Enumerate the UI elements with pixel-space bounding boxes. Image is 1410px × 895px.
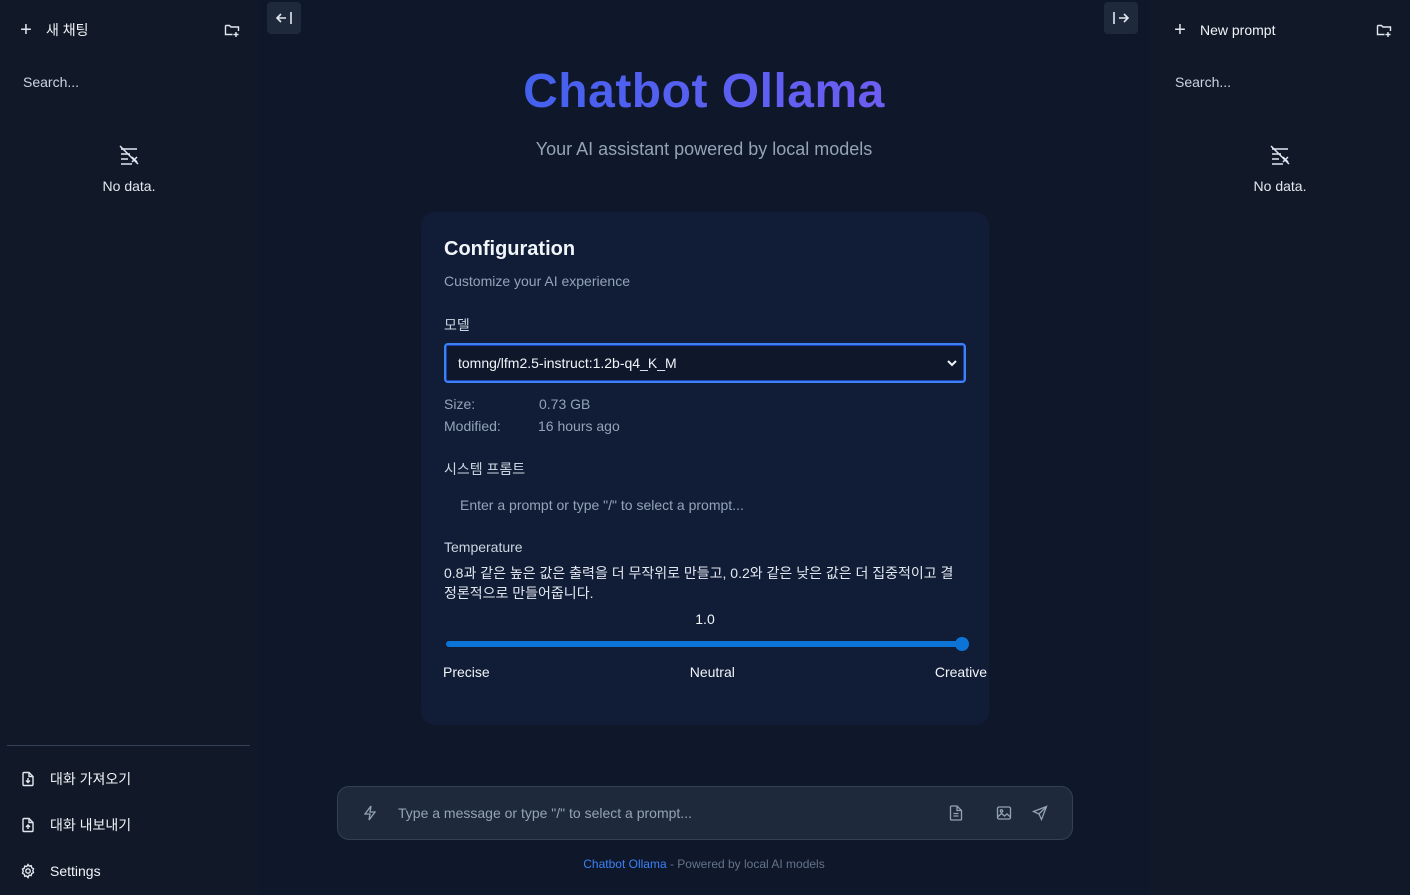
scale-neutral-label: Neutral bbox=[689, 664, 735, 680]
temperature-slider[interactable] bbox=[444, 637, 969, 651]
footer-brand-link[interactable]: Chatbot Ollama bbox=[583, 857, 666, 871]
page-title: Chatbot Ollama bbox=[258, 64, 1150, 119]
collapse-right-sidebar-button[interactable] bbox=[1104, 2, 1138, 34]
slider-thumb[interactable] bbox=[955, 637, 969, 651]
lightning-button[interactable] bbox=[360, 803, 380, 823]
model-size-value: 0.73 GB bbox=[539, 396, 591, 412]
model-info: Size: 0.73 GB Modified: 16 hours ago bbox=[444, 393, 966, 437]
export-file-icon bbox=[22, 817, 34, 833]
export-conversations-button[interactable]: 대화 내보내기 bbox=[7, 802, 250, 848]
import-file-icon bbox=[22, 771, 34, 787]
message-bar: Type a message or type "/" to select a p… bbox=[337, 786, 1073, 840]
attach-image-button[interactable] bbox=[994, 803, 1014, 823]
no-data-icon bbox=[119, 145, 139, 165]
model-select-value: tomng/lfm2.5-instruct:1.2b-q4_K_M bbox=[458, 355, 677, 371]
chat-empty-state: No data. bbox=[0, 144, 258, 194]
folder-plus-icon bbox=[1376, 24, 1392, 37]
configuration-title: Configuration bbox=[444, 238, 576, 260]
model-size-row: Size: 0.73 GB bbox=[444, 393, 966, 415]
slider-fill bbox=[446, 641, 962, 647]
attach-document-button[interactable] bbox=[946, 803, 966, 823]
lightning-icon bbox=[363, 805, 377, 821]
slider-track bbox=[446, 641, 962, 647]
model-modified-key: Modified: bbox=[444, 418, 501, 434]
new-chat-button[interactable]: + 새 채팅 bbox=[18, 19, 89, 41]
system-prompt-input[interactable]: Enter a prompt or type "/" to select a p… bbox=[444, 493, 966, 517]
left-sidebar-header: + 새 채팅 bbox=[0, 0, 258, 60]
arrow-left-bar-icon bbox=[275, 12, 292, 24]
configuration-card: Configuration Customize your AI experien… bbox=[421, 212, 989, 725]
message-input[interactable]: Type a message or type "/" to select a p… bbox=[398, 805, 946, 821]
new-folder-button[interactable] bbox=[222, 20, 242, 40]
import-conversations-button[interactable]: 대화 가져오기 bbox=[7, 756, 250, 802]
model-select[interactable]: tomng/lfm2.5-instruct:1.2b-q4_K_M bbox=[444, 343, 966, 383]
footer: Chatbot Ollama - Powered by local AI mod… bbox=[258, 857, 1150, 871]
prompt-search-input[interactable]: Search... bbox=[1160, 64, 1402, 100]
right-sidebar: + New prompt Search... No data. bbox=[1150, 0, 1410, 895]
model-modified-row: Modified: 16 hours ago bbox=[444, 415, 966, 437]
left-sidebar: + 새 채팅 Search... No data. 대화 가져오기 대화 내보내… bbox=[0, 0, 258, 895]
configuration-subtitle: Customize your AI experience bbox=[444, 273, 630, 289]
import-conversations-label: 대화 가져오기 bbox=[50, 771, 132, 787]
temperature-scale: Precise Neutral Creative bbox=[443, 664, 987, 680]
temperature-label: Temperature bbox=[444, 539, 523, 555]
scale-creative-label: Creative bbox=[934, 664, 987, 680]
no-data-text: No data. bbox=[102, 178, 156, 194]
collapse-left-sidebar-button[interactable] bbox=[267, 2, 301, 34]
image-icon bbox=[996, 806, 1012, 820]
folder-plus-icon bbox=[224, 24, 240, 37]
model-size-key: Size: bbox=[444, 396, 476, 412]
footer-text: - Powered by local AI models bbox=[666, 857, 825, 871]
settings-button[interactable]: Settings bbox=[7, 848, 250, 894]
plus-icon: + bbox=[1174, 19, 1186, 41]
no-data-text: No data. bbox=[1253, 178, 1307, 194]
temperature-value: 1.0 bbox=[695, 611, 715, 627]
document-icon bbox=[949, 805, 963, 821]
new-prompt-label: New prompt bbox=[1200, 22, 1276, 38]
new-prompt-button[interactable]: + New prompt bbox=[1172, 20, 1275, 40]
chat-search-input[interactable]: Search... bbox=[8, 64, 250, 100]
arrow-right-bar-icon bbox=[1113, 12, 1130, 24]
new-prompt-folder-button[interactable] bbox=[1374, 20, 1394, 40]
left-sidebar-footer: 대화 가져오기 대화 내보내기 Settings bbox=[7, 745, 250, 894]
temperature-description: 0.8과 같은 높은 값은 출력을 더 무작위로 만들고, 0.2와 같은 낮은… bbox=[444, 565, 954, 601]
gear-icon bbox=[21, 863, 35, 879]
settings-label: Settings bbox=[50, 863, 101, 879]
send-button[interactable] bbox=[1030, 803, 1050, 823]
model-label: 모델 bbox=[444, 317, 470, 333]
system-prompt-label: 시스템 프롬트 bbox=[444, 461, 526, 477]
plus-icon: + bbox=[20, 19, 32, 41]
model-modified-value: 16 hours ago bbox=[538, 418, 620, 434]
page-subtitle: Your AI assistant powered by local model… bbox=[535, 139, 873, 159]
new-chat-label: 새 채팅 bbox=[46, 22, 89, 38]
send-icon bbox=[1032, 805, 1048, 821]
chevron-down-icon bbox=[947, 360, 957, 367]
scale-precise-label: Precise bbox=[443, 664, 490, 680]
export-conversations-label: 대화 내보내기 bbox=[50, 817, 132, 833]
prompt-empty-state: No data. bbox=[1150, 144, 1410, 194]
right-sidebar-header: + New prompt bbox=[1150, 0, 1410, 60]
no-data-icon bbox=[1270, 145, 1290, 165]
